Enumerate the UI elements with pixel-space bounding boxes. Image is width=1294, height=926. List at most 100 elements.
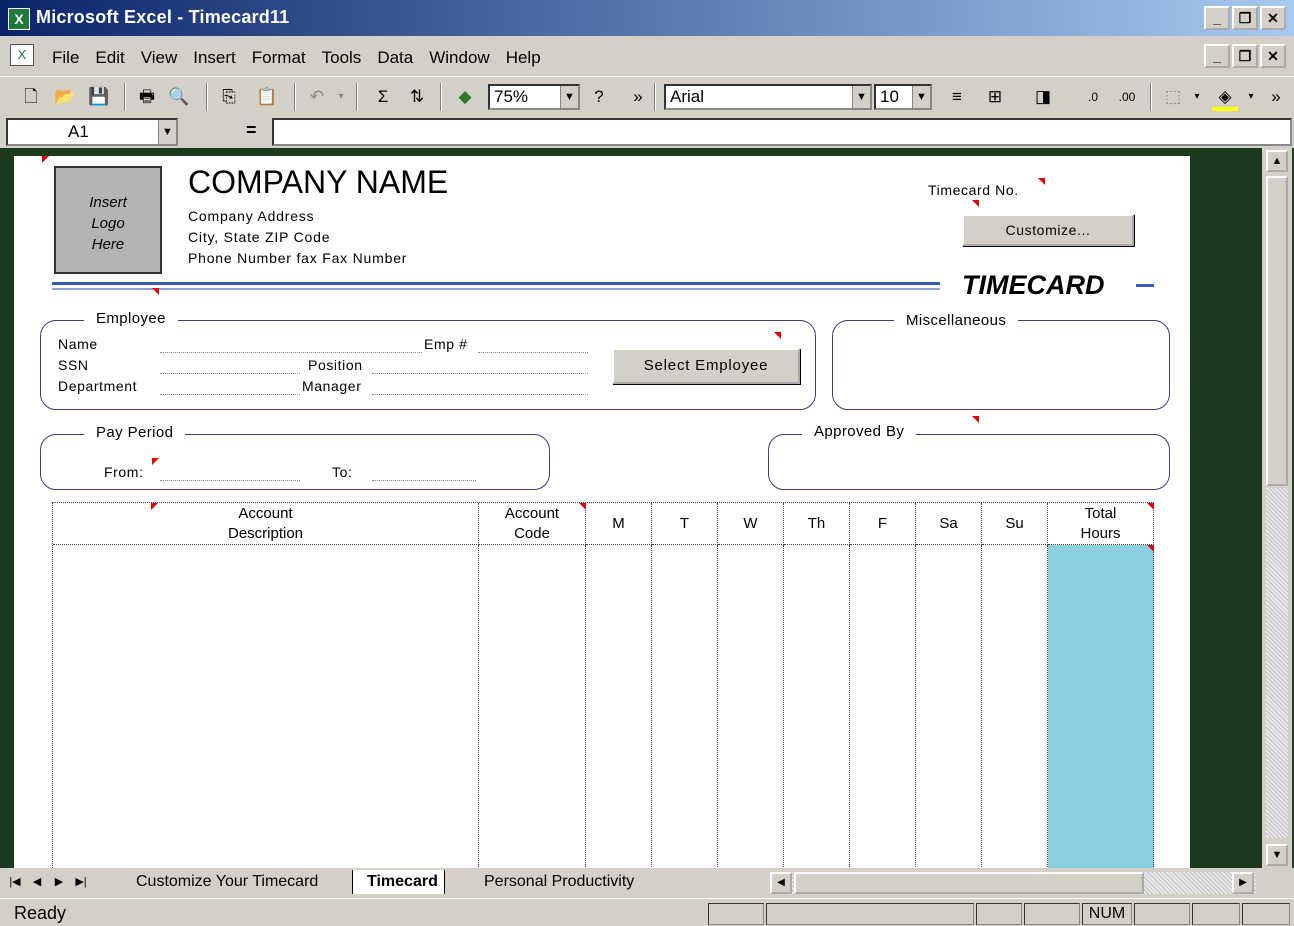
wednesday-column[interactable]	[718, 545, 784, 869]
account-code-column[interactable]	[479, 545, 586, 869]
scroll-thumb[interactable]	[794, 872, 1144, 894]
chevron-down-icon[interactable]: ▼	[852, 86, 870, 108]
logo-placeholder[interactable]: Insert Logo Here	[54, 166, 162, 274]
menu-edit[interactable]: Edit	[95, 48, 124, 68]
scroll-left-icon[interactable]: ◀	[770, 872, 792, 894]
restore-button[interactable]: ❐	[1232, 6, 1258, 30]
company-phone[interactable]: Phone Number fax Fax Number	[188, 250, 407, 266]
from-date-field[interactable]	[160, 480, 300, 481]
window-title: Microsoft Excel - Timecard11	[36, 7, 290, 27]
menu-window[interactable]: Window	[429, 48, 489, 68]
first-sheet-icon[interactable]: |◀	[6, 872, 24, 892]
menu-format[interactable]: Format	[252, 48, 306, 68]
menu-tools[interactable]: Tools	[322, 48, 362, 68]
menu-help[interactable]: Help	[506, 48, 541, 68]
company-address[interactable]: Company Address	[188, 208, 314, 224]
customize-button[interactable]: Customize...	[962, 214, 1134, 246]
friday-column[interactable]	[850, 545, 916, 869]
cell-reference: A1	[68, 122, 89, 141]
open-icon[interactable]: 📂	[52, 83, 78, 111]
timecard-page[interactable]: Insert Logo Here COMPANY NAME Company Ad…	[14, 156, 1190, 869]
tab-personal-productivity[interactable]: Personal Productivity	[484, 870, 634, 894]
close-button[interactable]: ✕	[1260, 6, 1286, 30]
toolbar-more-icon[interactable]: »	[1266, 83, 1286, 111]
excel-icon[interactable]: X	[8, 8, 30, 30]
horizontal-scrollbar[interactable]: ◀ ▶	[770, 872, 1256, 894]
undo-icon[interactable]: ↶	[304, 83, 330, 111]
edit-formula-button[interactable]: =	[246, 120, 257, 141]
fill-color-dropdown-icon[interactable]: ▾	[1244, 83, 1258, 111]
workbook-icon[interactable]: X	[10, 44, 34, 66]
copy-icon[interactable]: ⎘	[216, 83, 242, 111]
font-size-select[interactable]: 10 ▼	[874, 84, 932, 110]
currency-icon[interactable]: ◨	[1030, 83, 1056, 111]
company-city-state[interactable]: City, State ZIP Code	[188, 229, 330, 245]
save-icon[interactable]: 💾	[86, 83, 112, 111]
name-field[interactable]	[160, 352, 422, 353]
decrease-decimal-icon[interactable]: .00	[1114, 83, 1140, 111]
monday-column[interactable]	[586, 545, 652, 869]
zoom-select[interactable]: 75% ▼	[488, 84, 580, 110]
header-saturday: Sa	[916, 503, 982, 545]
borders-icon[interactable]: ⬚	[1160, 83, 1186, 111]
workbook-minimize-button[interactable]: _	[1204, 44, 1230, 68]
merge-center-icon[interactable]: ⊞	[982, 83, 1008, 111]
to-date-field[interactable]	[372, 480, 476, 481]
ssn-field[interactable]	[160, 373, 300, 374]
account-description-column[interactable]	[53, 545, 479, 869]
print-preview-icon[interactable]: 🔍	[166, 83, 192, 111]
font-select[interactable]: Arial ▼	[664, 84, 872, 110]
scroll-track[interactable]	[1266, 488, 1288, 838]
new-icon[interactable]: 🗋	[18, 83, 44, 111]
chevron-down-icon[interactable]: ▼	[158, 120, 176, 144]
workbook-close-button[interactable]: ✕	[1260, 44, 1286, 68]
toolbar-more-icon[interactable]: »	[628, 83, 648, 111]
scroll-thumb[interactable]	[1266, 176, 1288, 486]
scroll-up-icon[interactable]: ▲	[1266, 150, 1288, 172]
scroll-down-icon[interactable]: ▼	[1266, 844, 1288, 866]
undo-dropdown-icon[interactable]: ▾	[334, 83, 348, 111]
fill-color-icon[interactable]: ◈	[1212, 83, 1238, 111]
increase-decimal-icon[interactable]: .0	[1080, 83, 1106, 111]
position-field[interactable]	[372, 373, 588, 374]
from-label: From:	[104, 464, 144, 480]
tab-timecard[interactable]: Timecard	[352, 870, 445, 894]
menu-view[interactable]: View	[141, 48, 178, 68]
last-sheet-icon[interactable]: ▶|	[72, 872, 90, 892]
approved-by-section[interactable]	[768, 434, 1170, 490]
vertical-scrollbar[interactable]: ▲ ▼	[1262, 148, 1292, 868]
menu-file[interactable]: File	[52, 48, 79, 68]
emp-num-field[interactable]	[478, 352, 588, 353]
minimize-button[interactable]: _	[1204, 6, 1230, 30]
previous-sheet-icon[interactable]: ◀	[28, 872, 46, 892]
sunday-column[interactable]	[982, 545, 1048, 869]
department-field[interactable]	[160, 394, 300, 395]
next-sheet-icon[interactable]: ▶	[50, 872, 68, 892]
tab-customize-your-timecard[interactable]: Customize Your Timecard	[136, 870, 318, 894]
select-employee-button[interactable]: Select Employee	[612, 348, 800, 384]
saturday-column[interactable]	[916, 545, 982, 869]
formula-input[interactable]	[272, 118, 1292, 146]
company-name[interactable]: COMPANY NAME	[188, 164, 448, 201]
workbook-restore-button[interactable]: ❐	[1232, 44, 1258, 68]
chart-wizard-icon[interactable]: ◆	[452, 83, 478, 111]
help-icon[interactable]: ?	[586, 83, 612, 111]
paste-icon[interactable]: 📋	[254, 83, 280, 111]
miscellaneous-section[interactable]	[832, 320, 1170, 410]
menu-insert[interactable]: Insert	[193, 48, 236, 68]
chevron-down-icon[interactable]: ▼	[912, 86, 930, 108]
sort-ascending-icon[interactable]: ⇅	[404, 83, 430, 111]
manager-field[interactable]	[372, 394, 588, 395]
name-box[interactable]: A1 ▼	[6, 118, 178, 146]
chevron-down-icon[interactable]: ▼	[560, 86, 578, 108]
borders-dropdown-icon[interactable]: ▾	[1190, 83, 1204, 111]
comment-indicator	[152, 288, 159, 295]
thursday-column[interactable]	[784, 545, 850, 869]
menu-data[interactable]: Data	[377, 48, 413, 68]
print-icon[interactable]: 🖶	[134, 83, 160, 111]
autosum-icon[interactable]: Σ	[370, 83, 396, 111]
align-center-icon[interactable]: ≡	[944, 83, 970, 111]
tuesday-column[interactable]	[652, 545, 718, 869]
scroll-right-icon[interactable]: ▶	[1232, 872, 1254, 894]
total-hours-column[interactable]	[1048, 545, 1154, 869]
